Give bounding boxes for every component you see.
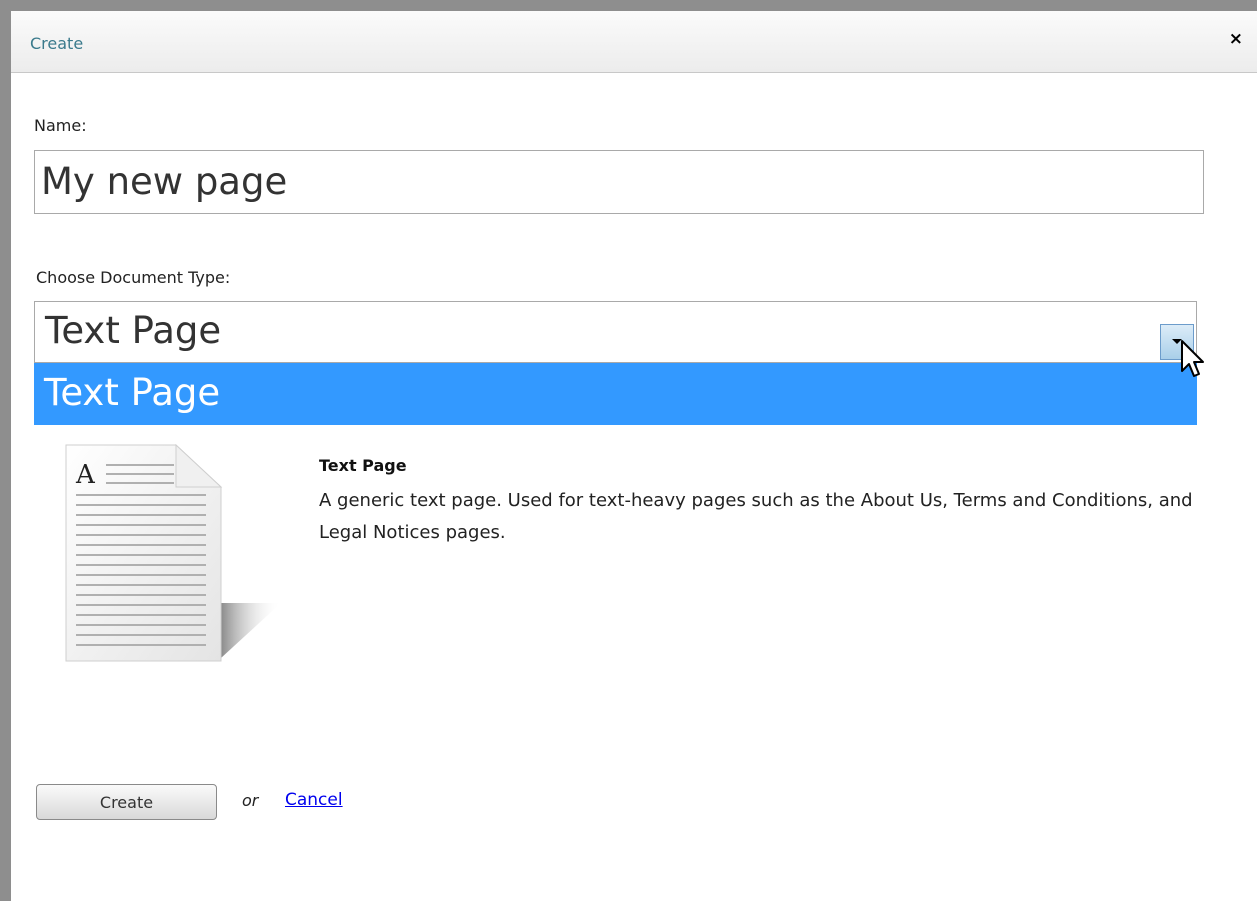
doctype-select[interactable]: Text Page — [34, 301, 1197, 363]
doctype-selected-value: Text Page — [45, 309, 222, 352]
window-top-border — [0, 0, 1257, 11]
close-icon[interactable]: × — [1229, 31, 1243, 48]
doctype-description-text: A generic text page. Used for text-heavy… — [319, 490, 1193, 543]
mouse-cursor-icon — [1181, 340, 1204, 377]
document-icon-letter: A — [75, 460, 96, 490]
doctype-description-title: Text Page — [319, 456, 407, 475]
create-button[interactable]: Create — [36, 784, 217, 820]
doctype-option-text-page[interactable]: Text Page — [44, 371, 220, 414]
name-input[interactable] — [34, 150, 1204, 214]
doctype-label: Choose Document Type: — [36, 268, 231, 287]
cancel-link[interactable]: Cancel — [285, 790, 343, 810]
window-left-border — [0, 0, 11, 901]
text-page-document-icon: A — [65, 443, 281, 662]
or-separator: or — [242, 791, 259, 810]
name-label: Name: — [34, 116, 87, 135]
dialog-title: Create — [30, 34, 84, 53]
doctype-dropdown-list: Text Page — [34, 363, 1197, 425]
dialog-titlebar: Create × — [11, 11, 1257, 73]
create-dialog: Create × Name: Choose Document Type: Tex… — [11, 11, 1257, 901]
